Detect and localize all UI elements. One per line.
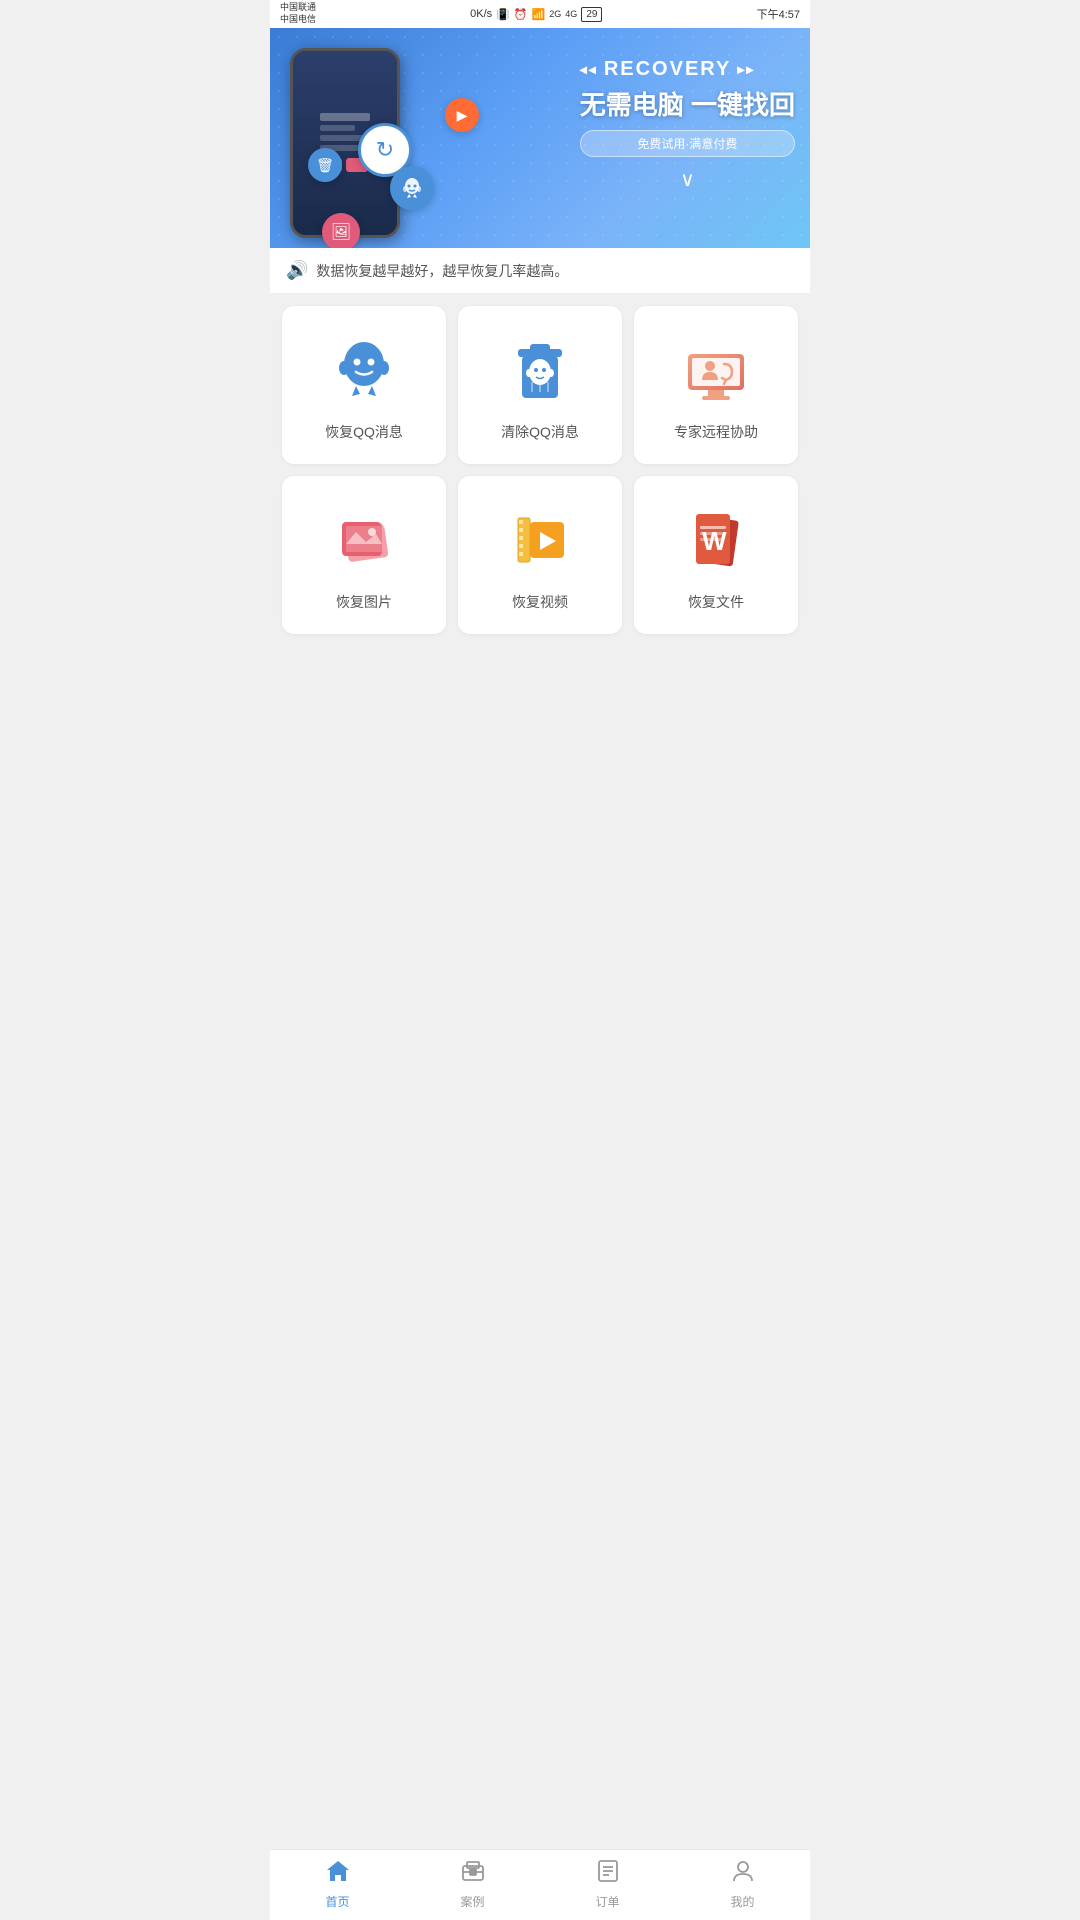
- nav-item-cases[interactable]: 案例: [405, 1850, 540, 1920]
- float-qq-icon: [390, 166, 434, 210]
- status-time: 下午4:57: [757, 6, 800, 22]
- grid-item-recover-file[interactable]: W 恢复文件: [634, 476, 798, 634]
- network-speed: 0K/s: [470, 8, 492, 20]
- banner[interactable]: ↻ ▶ 🗑 🖼 RECOVERY 无需电脑 一键找回 免费试用·满意付费 ∨: [270, 28, 810, 248]
- content-spacer: [270, 646, 810, 946]
- nav-item-orders[interactable]: 订单: [540, 1850, 675, 1920]
- nav-orders-label: 订单: [595, 1893, 619, 1910]
- grid-item-recover-video[interactable]: 恢复视频: [458, 476, 622, 634]
- vibrate-icon: 📳: [496, 8, 510, 21]
- notice-speaker-icon: 🔊: [286, 260, 308, 281]
- carrier-info: 中国联通 中国电信: [280, 2, 316, 25]
- recover-video-label: 恢复视频: [512, 592, 568, 612]
- status-center: 0K/s 📳 ⏰ 📶 2G 4G 29: [470, 7, 602, 22]
- notice-text: 数据恢复越早越好，越早恢复几率越高。: [316, 261, 568, 281]
- recover-video-icon: [504, 504, 576, 576]
- cases-icon: [460, 1858, 486, 1890]
- wifi-icon: 📶: [532, 8, 546, 21]
- recover-photo-icon: [328, 504, 400, 576]
- banner-chevron-icon: ∨: [580, 167, 795, 192]
- recover-photo-label: 恢复图片: [336, 592, 392, 612]
- float-trash-icon: 🗑: [308, 148, 342, 182]
- signal-4g-icon: 4G: [565, 9, 577, 19]
- home-icon: [325, 1858, 351, 1890]
- expert-remote-label: 专家远程协助: [674, 422, 758, 442]
- grid-item-recover-photo[interactable]: 恢复图片: [282, 476, 446, 634]
- recover-qq-label: 恢复QQ消息: [325, 422, 403, 442]
- carrier1: 中国联通: [280, 2, 316, 14]
- notice-bar: 🔊 数据恢复越早越好，越早恢复几率越高。: [270, 248, 810, 294]
- banner-phone-mockup: ↻ ▶ 🗑 🖼: [290, 48, 420, 248]
- alarm-icon: ⏰: [514, 8, 528, 21]
- feature-grid: 恢复QQ消息 清除QQ消息: [270, 294, 810, 646]
- grid-item-clear-qq[interactable]: 清除QQ消息: [458, 306, 622, 464]
- recover-file-icon: W: [680, 504, 752, 576]
- grid-item-expert-remote[interactable]: 专家远程协助: [634, 306, 798, 464]
- float-video-icon: ▶: [445, 98, 479, 132]
- clear-qq-icon: [504, 334, 576, 406]
- mine-icon: [730, 1858, 756, 1890]
- signal-2g-icon: 2G: [549, 9, 561, 19]
- banner-recovery-label: RECOVERY: [580, 58, 795, 81]
- expert-remote-icon: [680, 334, 752, 406]
- nav-cases-label: 案例: [460, 1893, 484, 1910]
- recover-file-label: 恢复文件: [688, 592, 744, 612]
- banner-text: RECOVERY 无需电脑 一键找回 免费试用·满意付费 ∨: [580, 58, 795, 192]
- nav-item-mine[interactable]: 我的: [675, 1850, 810, 1920]
- nav-item-home[interactable]: 首页: [270, 1850, 405, 1920]
- carrier2: 中国电信: [280, 14, 316, 26]
- clock: 下午4:57: [757, 6, 800, 22]
- orders-icon: [595, 1858, 621, 1890]
- grid-item-recover-qq[interactable]: 恢复QQ消息: [282, 306, 446, 464]
- banner-subtitle: 免费试用·满意付费: [580, 130, 795, 157]
- recover-qq-icon: [328, 334, 400, 406]
- bottom-nav: 首页 案例 订单: [270, 1849, 810, 1920]
- float-photo-icon: 🖼: [322, 213, 360, 248]
- status-bar: 中国联通 中国电信 0K/s 📳 ⏰ 📶 2G 4G 29 下午4:57: [270, 0, 810, 28]
- clear-qq-label: 清除QQ消息: [501, 422, 579, 442]
- nav-mine-label: 我的: [730, 1893, 754, 1910]
- nav-home-label: 首页: [325, 1893, 349, 1910]
- banner-title: 无需电脑 一键找回: [580, 85, 795, 122]
- battery-icon: 29: [581, 7, 602, 22]
